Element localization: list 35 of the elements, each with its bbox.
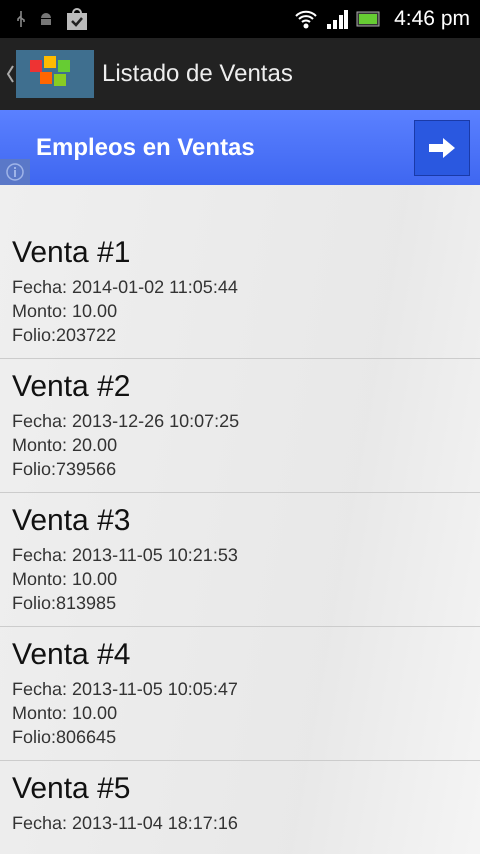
sale-title: Venta #5 [12,771,132,807]
sale-item[interactable]: Venta #3 Fecha: 2013-11-05 10:21:53 Monto: 10.00 Folio:813985 [0,493,480,627]
sale-item[interactable]: Venta #1 Fecha: 2014-01-02 11:05:44 Monto: 10.00 Folio:203722 [0,225,480,359]
sale-title: Venta #1 [12,235,132,271]
sale-detail: Fecha: 2014-01-02 11:05:44 [12,276,239,299]
sale-detail: Folio:203722 [12,324,118,347]
sale-detail: Fecha: 2013-11-04 18:17:16 [12,812,239,835]
bag-check-icon [66,8,88,30]
sale-title: Venta #2 [12,369,132,405]
sale-item[interactable]: Venta #2 Fecha: 2013-12-26 10:07:25 Monto: 20.00 Folio:739566 [0,359,480,493]
arrow-button[interactable] [414,120,470,176]
wifi-icon [294,9,318,29]
battery-icon [356,11,380,27]
back-caret-icon[interactable] [6,65,14,83]
sale-item[interactable]: Venta #5 Fecha: 2013-11-04 18:17:16 [0,761,480,854]
sale-title: Venta #3 [12,503,132,539]
sale-detail: Monto: 10.00 [12,702,118,725]
sale-detail: Fecha: 2013-12-26 10:07:25 [12,410,240,433]
status-time: 4:46 pm [394,7,470,31]
sale-item[interactable]: Venta #4 Fecha: 2013-11-05 10:05:47 Monto: 10.00 Folio:806645 [0,627,480,761]
sale-detail: Folio:739566 [12,458,118,481]
sale-title: Venta #4 [12,637,132,673]
usb-icon [16,10,26,28]
ad-banner[interactable]: Empleos en Ventas [0,110,480,185]
signal-icon [326,9,348,29]
banner-title: Empleos en Ventas [36,134,255,162]
screen-title: Listado de Ventas [102,60,293,88]
right-arrow-icon [428,136,456,158]
sale-detail: Monto: 20.00 [12,434,118,457]
sale-detail: Folio:806645 [12,726,118,749]
sale-detail: Fecha: 2013-11-05 10:21:53 [12,544,239,567]
sale-detail: Monto: 10.00 [12,568,118,591]
sale-detail: Folio:813985 [12,592,118,615]
sale-detail: Fecha: 2013-11-05 10:05:47 [12,678,239,701]
sale-detail: Monto: 10.00 [12,300,118,323]
